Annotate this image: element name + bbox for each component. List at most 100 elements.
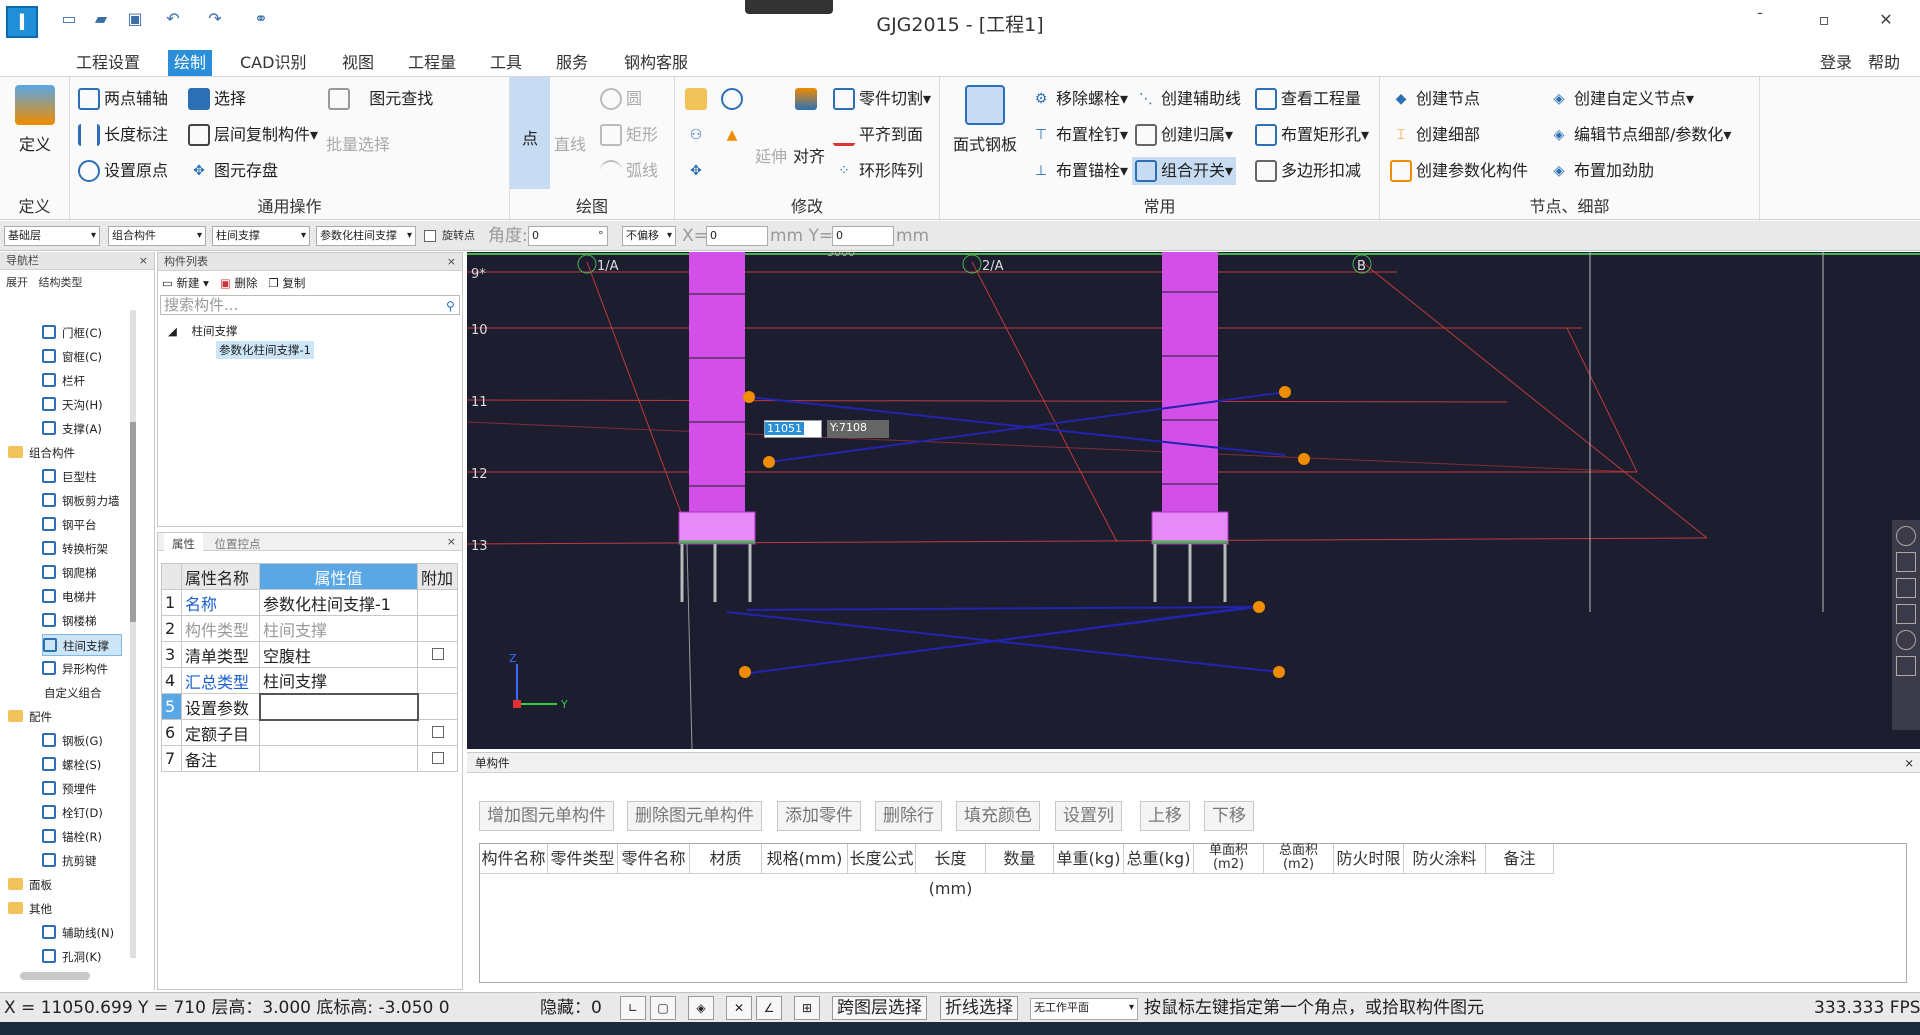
brace-lower-1[interactable] xyxy=(746,606,1263,611)
property-row[interactable]: 3 清单类型 空腹柱 xyxy=(161,641,458,668)
property-value[interactable] xyxy=(259,745,418,772)
select-button[interactable]: 选择 xyxy=(188,85,246,113)
angle-toggle-icon[interactable]: ∠ xyxy=(756,996,782,1020)
two-point-axis-button[interactable]: 两点辅轴 xyxy=(78,85,168,113)
search-icon[interactable]: ⚲ xyxy=(446,299,455,313)
remove-bolt-button[interactable]: ⚙ 移除螺栓 ▾ xyxy=(1030,85,1128,113)
tree-root[interactable]: ◢ 柱间支撑 xyxy=(168,323,237,339)
nav-item[interactable]: 钢楼梯 xyxy=(42,610,97,632)
help-link[interactable]: 帮助 xyxy=(1868,50,1900,76)
draw-circle-button[interactable]: 圆 xyxy=(600,85,642,113)
add-part-button[interactable]: 添加零件 xyxy=(777,801,861,831)
column-header[interactable]: 长度(mm) xyxy=(916,844,986,898)
combo-switch-button[interactable]: 组合开关 ▾ xyxy=(1132,157,1237,185)
extra-checkbox[interactable] xyxy=(431,752,444,764)
property-row[interactable]: 2 构件类型 柱间支撑 xyxy=(161,615,458,642)
polygon-deduct-button[interactable]: 多边形扣减 xyxy=(1255,157,1361,185)
ortho-toggle-icon[interactable]: ∟ xyxy=(620,996,646,1020)
brace-lower-3[interactable] xyxy=(726,611,1280,673)
move-up-button[interactable]: 上移 xyxy=(1140,801,1190,831)
delete-component-button[interactable]: ▣ 删除 xyxy=(220,276,258,290)
nav-item[interactable]: 栓钉(D) xyxy=(42,802,103,824)
column-header[interactable]: 备注 xyxy=(1486,844,1554,874)
restore-button[interactable]: ▫ xyxy=(1804,8,1844,32)
column-header[interactable]: 零件名称 xyxy=(618,844,690,874)
view-quantity-button[interactable]: 查看工程量 xyxy=(1255,85,1361,113)
property-row[interactable]: 7 备注 xyxy=(161,745,458,772)
batch-select-button[interactable]: 批量选择 xyxy=(326,131,390,159)
mirror-button[interactable]: ⚇ xyxy=(685,121,711,149)
polyline-select-button[interactable]: 折线选择 xyxy=(940,996,1018,1020)
nav-item[interactable]: 螺栓(S) xyxy=(42,754,101,776)
extra-checkbox[interactable] xyxy=(431,648,444,660)
nav-item[interactable]: 转换桁架 xyxy=(42,538,108,560)
place-anchor-button[interactable]: ⊥ 布置锚栓 ▾ xyxy=(1030,157,1128,185)
ring-array-button[interactable]: ⁘ 环形阵列 xyxy=(833,157,923,185)
property-value[interactable]: 空腹柱 xyxy=(259,641,418,668)
property-row[interactable]: 5 设置参数 xyxy=(161,692,458,721)
element-find-button[interactable]: 图元查找 xyxy=(328,85,433,113)
place-stud-button[interactable]: ⊤ 布置栓钉 ▾ xyxy=(1030,121,1128,149)
x-coordinate-input[interactable]: 11051 xyxy=(764,420,822,438)
modify-pencil-button[interactable] xyxy=(685,85,711,113)
draw-rect-button[interactable]: 矩形 xyxy=(600,121,658,149)
property-value[interactable]: 柱间支撑 xyxy=(259,667,418,694)
draw-arc-button[interactable]: 弧线 xyxy=(600,157,658,185)
column-header[interactable]: 总重(kg) xyxy=(1124,844,1194,874)
nav-item[interactable]: 抗剪键 xyxy=(42,850,97,872)
bolt-marker[interactable] xyxy=(1253,601,1265,613)
nav-item[interactable]: 异形构件 xyxy=(42,658,108,680)
bolt-marker[interactable] xyxy=(1279,386,1291,398)
nav-folder[interactable]: 面板 xyxy=(8,874,52,896)
rect-hole-button[interactable]: 布置矩形孔 ▾ xyxy=(1255,121,1369,149)
property-row[interactable]: 4 汇总类型 柱间支撑 xyxy=(161,667,458,694)
bolt-marker[interactable] xyxy=(743,391,755,403)
copy-component-button[interactable]: ❐ 复制 xyxy=(268,276,305,290)
menu-service[interactable]: 服务 xyxy=(550,50,594,76)
triangle-button[interactable]: ▲ xyxy=(721,121,747,149)
offset-select[interactable]: 不偏移 xyxy=(622,226,676,246)
nav-folder[interactable]: 配件 xyxy=(8,706,52,728)
nav-item[interactable]: 自定义组合 xyxy=(44,682,102,704)
nav-item[interactable]: 预埋件 xyxy=(42,778,97,800)
y-coordinate-input[interactable]: Y:7108 xyxy=(827,420,889,438)
angle-input[interactable]: 0 xyxy=(528,226,608,246)
tree-child-selected[interactable]: 参数化柱间支撑-1 xyxy=(216,341,314,359)
create-custom-node-button[interactable]: ◈ 创建自定义节点 ▾ xyxy=(1548,85,1694,113)
menu-view[interactable]: 视图 xyxy=(336,50,380,76)
nav-hscroll-thumb[interactable] xyxy=(20,972,90,980)
tab-properties[interactable]: 属性 xyxy=(164,533,203,555)
layer-view-icon[interactable] xyxy=(1896,656,1916,676)
floor-copy-button[interactable]: 层间复制构件 ▾ xyxy=(188,121,318,149)
part-cut-button[interactable]: 零件切割 ▾ xyxy=(833,85,931,113)
workplane-select[interactable]: 无工作平面 xyxy=(1030,998,1138,1020)
box-view-icon[interactable] xyxy=(1896,604,1916,624)
login-link[interactable]: 登录 xyxy=(1820,50,1852,76)
create-ownership-button[interactable]: 创建归属 ▾ xyxy=(1135,121,1233,149)
extend-button[interactable]: 延伸 xyxy=(755,143,787,171)
nav-item[interactable]: 门框(C) xyxy=(42,322,102,344)
floor-select[interactable]: 基础层 xyxy=(4,226,100,246)
nav-item[interactable]: 锚栓(R) xyxy=(42,826,102,848)
menu-project-settings[interactable]: 工程设置 xyxy=(70,50,146,76)
column-header[interactable]: 零件类型 xyxy=(548,844,618,874)
column-header[interactable]: 规格(mm) xyxy=(762,844,848,874)
nav-item[interactable]: 孔洞(K) xyxy=(42,946,102,968)
column-header[interactable]: 单重(kg) xyxy=(1054,844,1124,874)
cross-floor-select-button[interactable]: 跨图层选择 xyxy=(832,996,927,1020)
create-param-component-button[interactable]: 创建参数化构件 xyxy=(1390,157,1528,185)
bolt-marker[interactable] xyxy=(1298,453,1310,465)
create-aux-line-button[interactable]: ⋱ 创建辅助线 xyxy=(1135,85,1241,113)
property-value[interactable]: 参数化柱间支撑-1 xyxy=(259,589,418,616)
set-origin-button[interactable]: 设置原点 xyxy=(78,157,168,185)
globe-view-icon[interactable] xyxy=(1896,526,1916,546)
property-value[interactable]: 柱间支撑 xyxy=(259,615,418,642)
face-plate-button[interactable]: 面式钢板 xyxy=(950,85,1020,155)
x-input[interactable]: 0 xyxy=(706,226,768,246)
brace-lower-4[interactable] xyxy=(741,606,1260,675)
add-single-component-button[interactable]: 增加图元单构件 xyxy=(479,801,614,831)
nav-item[interactable]: 支撑(A) xyxy=(42,418,102,440)
menu-tools[interactable]: 工具 xyxy=(484,50,528,76)
move-down-button[interactable]: 下移 xyxy=(1204,801,1254,831)
object-snap-icon[interactable]: ◈ xyxy=(688,996,714,1020)
